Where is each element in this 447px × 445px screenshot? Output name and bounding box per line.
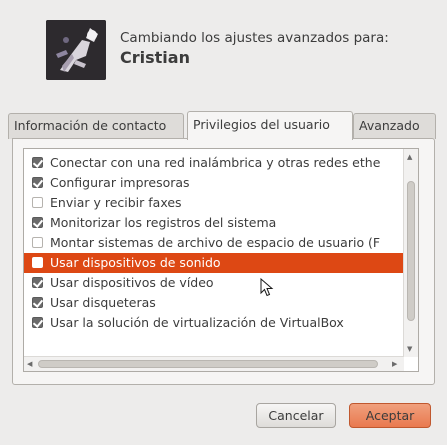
privilege-row-floppy[interactable]: Usar disqueteras <box>24 293 404 313</box>
scroll-up-icon[interactable]: ▲ <box>407 153 412 161</box>
privilege-row-fuse-mount[interactable]: Montar sistemas de archivo de espacio de… <box>24 233 404 253</box>
privilege-label: Conectar con una red inalámbrica y otras… <box>50 155 381 170</box>
mouse-pointer-icon <box>260 278 274 297</box>
privilege-row-faxes[interactable]: Enviar y recibir faxes <box>24 193 404 213</box>
scroll-down-icon[interactable]: ▼ <box>407 345 412 353</box>
checkbox[interactable] <box>32 237 43 248</box>
horizontal-scroll-thumb[interactable] <box>38 360 378 368</box>
privilege-row-virtualbox[interactable]: Usar la solución de virtualización de Vi… <box>24 313 404 333</box>
privilege-row-system-logs[interactable]: Monitorizar los registros del sistema <box>24 213 404 233</box>
tab-contact-info[interactable]: Información de contacto <box>8 113 184 139</box>
vertical-scrollbar[interactable]: ▲ ▼ <box>403 149 418 357</box>
checkbox[interactable] <box>32 297 43 308</box>
user-avatar-icon <box>46 20 106 80</box>
checkbox[interactable] <box>32 177 43 188</box>
privileges-list: Conectar con una red inalámbrica y otras… <box>23 148 419 372</box>
scroll-left-icon[interactable]: ◀ <box>27 360 32 368</box>
horizontal-scrollbar[interactable]: ◀ ▶ <box>24 356 404 371</box>
checkbox[interactable] <box>32 197 43 208</box>
tab-user-privileges[interactable]: Privilegios del usuario <box>187 111 353 140</box>
privilege-label: Monitorizar los registros del sistema <box>50 215 277 230</box>
checkbox[interactable] <box>32 317 43 328</box>
dialog-title: Cambiando los ajustes avanzados para: <box>120 30 389 46</box>
scroll-right-icon[interactable]: ▶ <box>392 360 397 368</box>
privilege-row-video[interactable]: Usar dispositivos de vídeo <box>24 273 404 293</box>
user-name: Cristian <box>120 48 190 67</box>
privilege-label: Usar dispositivos de sonido <box>50 255 221 270</box>
tab-advanced[interactable]: Avanzado <box>353 113 436 139</box>
privilege-label: Usar la solución de virtualización de Vi… <box>50 315 344 330</box>
privilege-row-printers[interactable]: Configurar impresoras <box>24 173 404 193</box>
privilege-label: Usar disqueteras <box>50 295 156 310</box>
dialog-header: Cambiando los ajustes avanzados para: Cr… <box>0 0 447 110</box>
privileges-viewport: Conectar con una red inalámbrica y otras… <box>24 149 404 357</box>
checkbox[interactable] <box>32 217 43 228</box>
privilege-label: Configurar impresoras <box>50 175 190 190</box>
checkbox[interactable] <box>32 157 43 168</box>
privilege-label: Enviar y recibir faxes <box>50 195 182 210</box>
privilege-row-wireless[interactable]: Conectar con una red inalámbrica y otras… <box>24 153 404 173</box>
privilege-label: Usar dispositivos de vídeo <box>50 275 214 290</box>
checkbox[interactable] <box>32 277 43 288</box>
accept-button[interactable]: Aceptar <box>349 403 431 428</box>
privilege-label: Montar sistemas de archivo de espacio de… <box>50 235 381 250</box>
privilege-row-audio[interactable]: Usar dispositivos de sonido <box>24 253 404 273</box>
cancel-button[interactable]: Cancelar <box>256 403 336 428</box>
checkbox[interactable] <box>32 257 43 268</box>
vertical-scroll-thumb[interactable] <box>407 181 415 321</box>
